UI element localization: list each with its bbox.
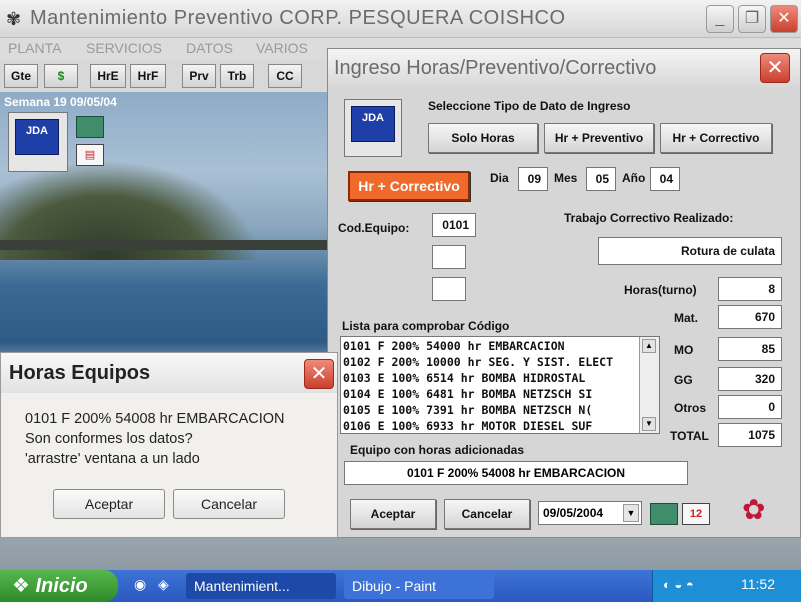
calculator-icon[interactable]: [650, 503, 678, 525]
horas-label: Horas(turno): [624, 283, 697, 297]
mo-field[interactable]: 85: [718, 337, 782, 361]
calendar-book-icon[interactable]: ▤: [76, 144, 104, 166]
cod-extra-field-1[interactable]: [432, 245, 466, 269]
minimize-button[interactable]: _: [706, 5, 734, 33]
toolbar: Gte $ HrE HrF Prv Trb CC: [0, 60, 340, 92]
menu-planta[interactable]: PLANTA: [8, 40, 61, 56]
toolbar-hre[interactable]: HrE: [90, 64, 126, 88]
horas-message-line1: 0101 F 200% 54008 hr EMBARCACION: [25, 411, 285, 427]
week-label: Semana 19 09/05/04: [4, 95, 117, 109]
quicklaunch-ie-icon[interactable]: ◉: [134, 576, 146, 593]
toolbar-cc[interactable]: CC: [268, 64, 302, 88]
scroll-down-icon[interactable]: ▼: [642, 417, 656, 431]
horas-title: Horas Equipos: [9, 362, 151, 384]
horas-aceptar-button[interactable]: Aceptar: [53, 489, 165, 519]
dia-label: Dia: [490, 171, 509, 185]
total-field: 1075: [718, 423, 782, 447]
date-value: 09/05/2004: [543, 506, 604, 520]
maximize-button[interactable]: ❐: [738, 5, 766, 33]
ingreso-titlebar[interactable]: Ingreso Horas/Preventivo/Correctivo ✕: [328, 49, 800, 87]
cod-equipo-label: Cod.Equipo:: [338, 221, 410, 235]
list-item[interactable]: 0103 E 100% 6514 hr BOMBA HIDROSTAL: [343, 371, 585, 385]
rose-icon: ✿: [742, 494, 766, 525]
ingreso-close-button[interactable]: ✕: [760, 53, 790, 83]
taskbar: ❖ Inicio ◉ ◈ Mantenimient... Dibujo - Pa…: [0, 570, 801, 602]
list-item[interactable]: 0104 E 100% 6481 hr BOMBA NETZSCH SI: [343, 387, 592, 401]
list-item[interactable]: 0106 E 100% 6933 hr MOTOR DIESEL SUF: [343, 419, 592, 433]
list-item[interactable]: 0105 E 100% 7391 hr BOMBA NETZSCH N(: [343, 403, 592, 417]
chevron-down-icon[interactable]: ▼: [623, 504, 639, 522]
cod-equipo-field[interactable]: 0101: [432, 213, 476, 237]
system-tray: ◐ ◒ ◓ 11:52: [652, 570, 801, 602]
lista-label: Lista para comprobar Código: [342, 319, 510, 333]
horas-cancelar-button[interactable]: Cancelar: [173, 489, 285, 519]
main-window-title: Mantenimiento Preventivo CORP. PESQUERA …: [30, 7, 566, 29]
list-scrollbar[interactable]: ▲ ▼: [639, 337, 659, 433]
mat-field[interactable]: 670: [718, 305, 782, 329]
equipo-added-field: 0101 F 200% 54008 hr EMBARCACION: [344, 461, 688, 485]
code-listbox[interactable]: 0101 F 200% 54000 hr EMBARCACION 0102 F …: [340, 336, 660, 434]
mes-field[interactable]: 05: [586, 167, 616, 191]
anio-field[interactable]: 04: [650, 167, 680, 191]
jda-tile[interactable]: JDA: [8, 112, 68, 172]
close-button[interactable]: ✕: [770, 5, 798, 33]
quicklaunch-desktop-icon[interactable]: ◈: [158, 576, 169, 593]
anio-label: Año: [622, 171, 646, 185]
gg-label: GG: [674, 373, 693, 387]
mo-label: MO: [674, 343, 694, 357]
horas-field[interactable]: 8: [718, 277, 782, 301]
menu-datos[interactable]: DATOS: [186, 40, 233, 56]
menu-varios[interactable]: VARIOS: [256, 40, 308, 56]
toolbar-hrf[interactable]: HrF: [130, 64, 166, 88]
horas-titlebar[interactable]: Horas Equipos ✕: [1, 353, 337, 393]
horas-equipos-dialog: Horas Equipos ✕ 0101 F 200% 54008 hr EMB…: [0, 352, 338, 538]
ingreso-jda-tile: JDA: [344, 99, 402, 157]
ingreso-dialog: Ingreso Horas/Preventivo/Correctivo ✕ JD…: [327, 48, 801, 538]
horas-message-line3: 'arrastre' ventana a un lado: [25, 451, 200, 467]
list-item[interactable]: 0102 F 200% 10000 hr SEG. Y SIST. ELECT: [343, 355, 613, 369]
cod-extra-field-2[interactable]: [432, 277, 466, 301]
otros-label: Otros: [674, 401, 707, 415]
mes-label: Mes: [554, 171, 578, 185]
toolbar-trb[interactable]: Trb: [220, 64, 254, 88]
ingreso-title: Ingreso Horas/Preventivo/Correctivo: [334, 57, 657, 79]
windows-logo-icon: ❖: [12, 575, 36, 597]
total-label: TOTAL: [670, 429, 709, 443]
otros-field[interactable]: 0: [718, 395, 782, 419]
hr-preventivo-button[interactable]: Hr + Preventivo: [544, 123, 654, 153]
equipo-added-label: Equipo con horas adicionadas: [350, 443, 525, 457]
start-button[interactable]: ❖ Inicio: [0, 570, 118, 602]
jda-logo-icon: JDA: [351, 106, 395, 142]
scroll-up-icon[interactable]: ▲: [642, 339, 656, 353]
hr-correctivo-button[interactable]: Hr + Correctivo: [660, 123, 772, 153]
clock: 11:52: [741, 576, 775, 592]
start-label: Inicio: [35, 575, 88, 597]
jda-logo-icon: JDA: [15, 119, 59, 155]
tray-icons[interactable]: ◐ ◒ ◓: [663, 577, 694, 592]
horas-message-line2: Son conformes los datos?: [25, 431, 193, 447]
trabajo-label: Trabajo Correctivo Realizado:: [564, 211, 734, 225]
main-titlebar[interactable]: ✾ Mantenimiento Preventivo CORP. PESQUER…: [0, 0, 801, 38]
gg-field[interactable]: 320: [718, 367, 782, 391]
list-item[interactable]: 0101 F 200% 54000 hr EMBARCACION: [343, 339, 565, 353]
ingreso-cancelar-button[interactable]: Cancelar: [444, 499, 530, 529]
dia-field[interactable]: 09: [518, 167, 548, 191]
toolbar-dollar[interactable]: $: [44, 64, 78, 88]
app-icon: ✾: [6, 9, 22, 29]
task-paint[interactable]: Dibujo - Paint: [344, 573, 494, 599]
date-picker[interactable]: 09/05/2004 ▼: [538, 501, 642, 525]
toolbar-gte[interactable]: Gte: [4, 64, 38, 88]
ingreso-aceptar-button[interactable]: Aceptar: [350, 499, 436, 529]
calendar-book-icon[interactable]: 12: [682, 503, 710, 525]
trabajo-field[interactable]: Rotura de culata: [598, 237, 782, 265]
mat-label: Mat.: [674, 311, 698, 325]
mode-badge: Hr + Correctivo: [348, 171, 470, 201]
menu-servicios[interactable]: SERVICIOS: [86, 40, 162, 56]
calculator-icon[interactable]: [76, 116, 104, 138]
task-mantenimiento[interactable]: Mantenimient...: [186, 573, 336, 599]
select-type-label: Seleccione Tipo de Dato de Ingreso: [428, 99, 631, 113]
horas-close-button[interactable]: ✕: [304, 359, 334, 389]
solo-horas-button[interactable]: Solo Horas: [428, 123, 538, 153]
toolbar-prv[interactable]: Prv: [182, 64, 216, 88]
